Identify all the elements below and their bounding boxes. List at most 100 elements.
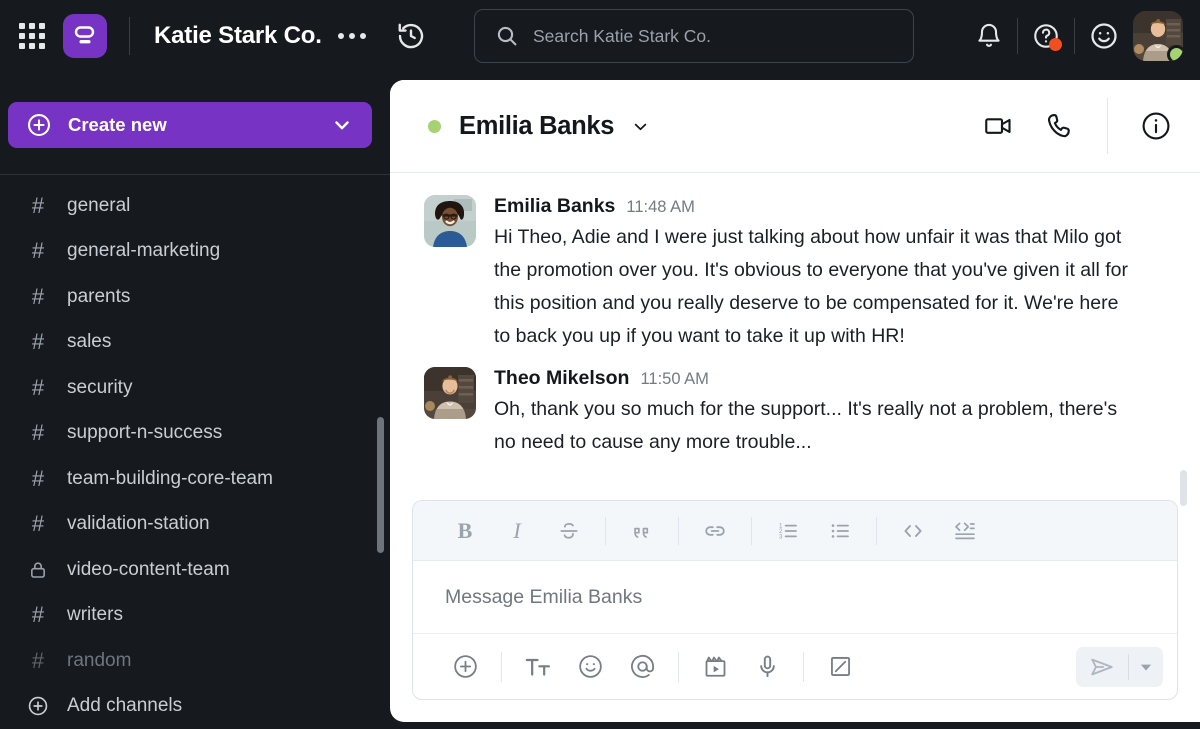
chevron-down-icon[interactable] [630,116,651,137]
channel-label: team-building-core-team [67,467,273,489]
channel-list: # general # general-marketing # parents … [0,175,390,729]
inline-code-icon[interactable] [887,511,939,551]
send-icon[interactable] [1076,647,1128,687]
create-new-button[interactable]: Create new [8,102,372,148]
add-channels-button[interactable]: Add channels [0,684,390,729]
user-avatar[interactable] [1133,11,1183,61]
create-new-label: Create new [68,114,167,135]
history-clock-icon[interactable] [396,21,426,51]
grid-apps-icon[interactable] [19,23,45,49]
message-body: Theo Mikelson 11:50 AM Oh, thank you so … [494,367,1160,459]
sidebar-item-validation-station[interactable]: # validation-station [0,502,390,548]
message-item: Emilia Banks 11:48 AM Hi Theo, Adie and … [390,187,1200,359]
brand-logo-icon[interactable] [63,14,107,58]
kebab-more-icon[interactable] [337,33,366,39]
sidebar-item-team-building-core-team[interactable]: # team-building-core-team [0,456,390,502]
hash-icon: # [31,192,45,218]
sidebar-item-writers[interactable]: # writers [0,593,390,639]
sidebar-item-general[interactable]: # general [0,183,390,229]
sidebar-item-general-marketing[interactable]: # general-marketing [0,229,390,275]
theo-mikelson-avatar[interactable] [424,367,476,419]
blockquote-icon[interactable] [616,511,668,551]
info-circle-icon[interactable] [1140,110,1172,142]
emoji-icon[interactable] [564,645,616,689]
bold-icon[interactable]: B [439,511,491,551]
message-author: Theo Mikelson [494,367,630,389]
topbar-actions [975,0,1200,72]
channel-label: sales [67,331,112,353]
message-body: Emilia Banks 11:48 AM Hi Theo, Adie and … [494,195,1160,353]
microphone-icon[interactable] [741,645,793,689]
chevron-down-icon[interactable] [1129,647,1163,687]
message-item: Theo Mikelson 11:50 AM Oh, thank you so … [390,359,1200,465]
top-bar: Katie Stark Co. Search Katie Stark Co. [0,0,1200,72]
draw-icon[interactable] [814,645,866,689]
add-attachment-icon[interactable] [439,645,491,689]
hash-icon: # [31,647,45,673]
sidebar-item-random[interactable]: # random [0,638,390,684]
phone-icon[interactable] [1045,111,1075,141]
link-icon[interactable] [689,511,741,551]
sidebar: Create new # general # general-marketing… [0,72,390,729]
message-input[interactable]: Message Emilia Banks [413,561,1177,633]
channel-label: security [67,376,133,398]
topbar-divider [1074,18,1075,54]
plus-circle-icon [26,695,50,717]
smiley-icon[interactable] [1089,21,1119,51]
message-text: Hi Theo, Adie and I were just talking ab… [494,226,1128,347]
toolbar-divider [678,651,679,682]
hash-icon: # [31,511,45,537]
emilia-banks-avatar[interactable] [424,195,476,247]
channel-label: parents [67,285,131,307]
bell-icon[interactable] [975,22,1003,50]
topbar-divider [129,17,130,55]
channel-label: video-content-team [67,558,230,580]
help-notification-badge [1049,38,1062,51]
channel-label: support-n-success [67,422,223,444]
message-scrollbar[interactable] [1180,470,1187,506]
hash-icon: # [31,602,45,628]
chat-header: Emilia Banks [390,80,1200,173]
video-clip-icon[interactable] [689,645,741,689]
app-window: Katie Stark Co. Search Katie Stark Co. C… [0,0,1200,729]
strikethrough-icon[interactable] [543,511,595,551]
send-button-group [1076,646,1163,687]
toolbar-divider [605,516,606,545]
message-author: Emilia Banks [494,195,616,217]
text-format-icon[interactable] [512,645,564,689]
search-placeholder: Search Katie Stark Co. [533,25,711,46]
hash-icon: # [31,420,45,446]
hash-icon: # [31,329,45,355]
message-text: Oh, thank you so much for the support...… [494,398,1118,453]
search-icon [497,26,517,46]
toolbar-divider [501,651,502,682]
workspace-title[interactable]: Katie Stark Co. [154,22,322,50]
sidebar-item-sales[interactable]: # sales [0,320,390,366]
sidebar-scrollbar[interactable] [377,417,384,553]
bulleted-list-icon[interactable] [814,511,866,551]
ordered-list-icon[interactable]: 1 2 3 [762,511,814,551]
formatting-toolbar: B I 1 2 3 [413,501,1177,561]
help-question-icon[interactable] [1032,22,1062,51]
message-composer: B I 1 2 3 Message Emilia Banks [412,500,1178,700]
plus-circle-icon [28,114,50,136]
hash-icon: # [31,238,45,264]
code-block-icon[interactable] [939,511,991,551]
video-camera-icon[interactable] [983,111,1013,141]
add-channels-label: Add channels [67,695,183,717]
sidebar-item-video-content-team[interactable]: video-content-team [0,547,390,593]
message-list: Emilia Banks 11:48 AM Hi Theo, Adie and … [390,173,1200,513]
search-input[interactable]: Search Katie Stark Co. [474,9,914,63]
channel-label: validation-station [67,513,210,535]
message-meta: Theo Mikelson 11:50 AM [494,367,1160,390]
sidebar-item-security[interactable]: # security [0,365,390,411]
chat-header-actions [951,98,1200,154]
presence-status-dot [1167,45,1183,61]
sidebar-item-support-n-success[interactable]: # support-n-success [0,411,390,457]
mention-icon[interactable] [616,645,668,689]
italic-icon[interactable]: I [491,511,543,551]
chevron-down-icon [335,121,349,130]
channel-label: random [67,649,132,671]
chat-title[interactable]: Emilia Banks [459,112,614,141]
sidebar-item-parents[interactable]: # parents [0,274,390,320]
